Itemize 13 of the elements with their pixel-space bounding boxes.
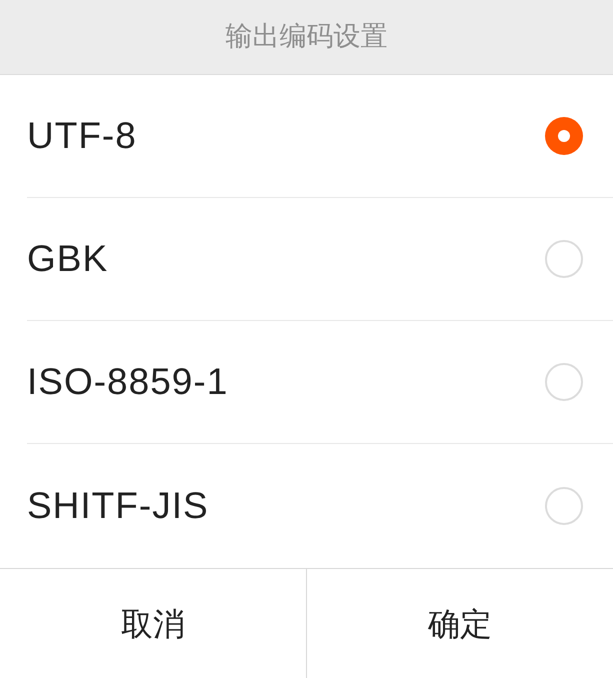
encoding-option[interactable]: UTF-8 [27, 75, 613, 198]
dialog-title: 输出编码设置 [226, 20, 388, 54]
radio-button[interactable] [545, 240, 583, 278]
encoding-option[interactable]: GBK [27, 198, 613, 321]
option-label: SHITF-JIS [27, 484, 209, 528]
encoding-option[interactable]: SHITF-JIS [27, 444, 613, 567]
option-label: ISO-8859-1 [27, 360, 228, 404]
radio-button[interactable] [545, 117, 583, 155]
radio-button[interactable] [545, 363, 583, 401]
radio-button[interactable] [545, 486, 583, 524]
encoding-option[interactable]: ISO-8859-1 [27, 321, 613, 444]
option-label: GBK [27, 237, 108, 282]
option-label: UTF-8 [27, 114, 137, 158]
